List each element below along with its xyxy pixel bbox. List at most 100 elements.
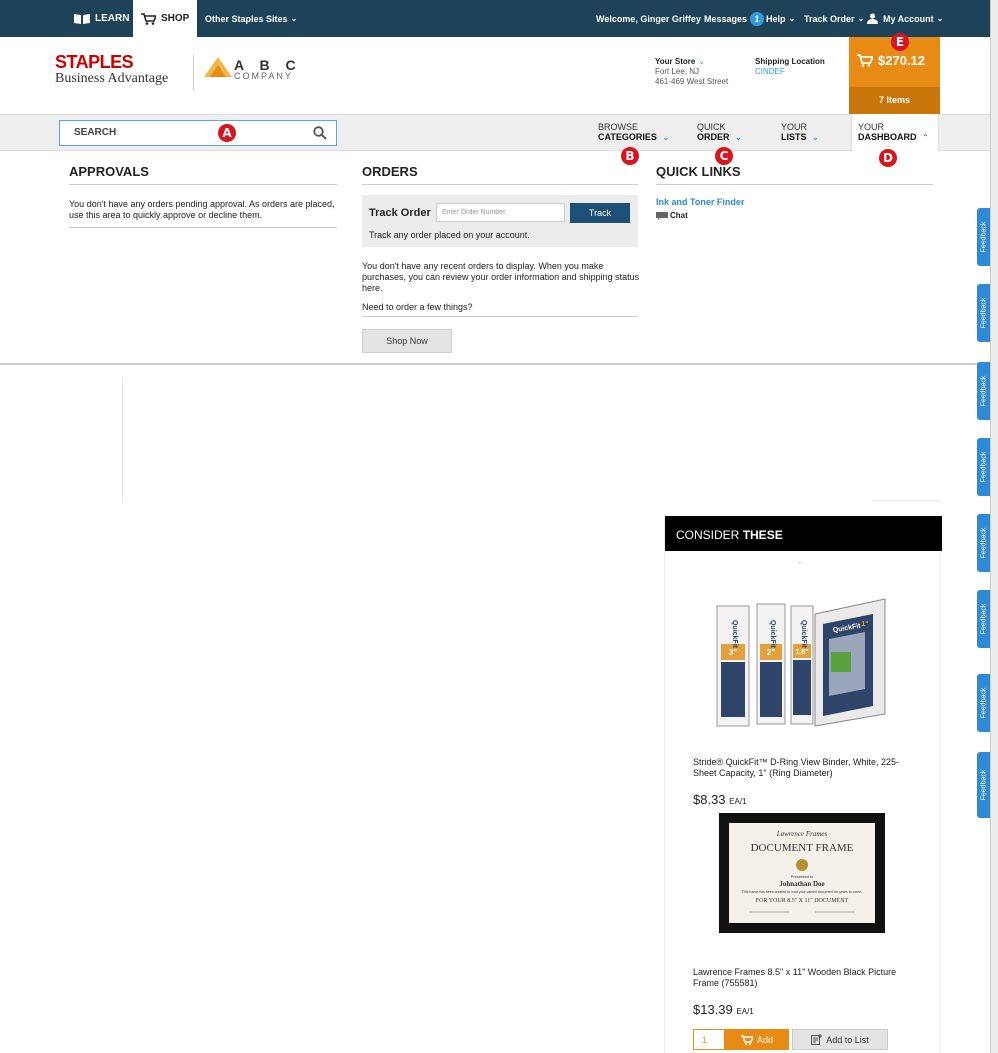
frame-brand: Lawrence Frames bbox=[776, 830, 828, 838]
help-menu[interactable]: Help ⌄ bbox=[766, 0, 795, 37]
add-to-list-button[interactable]: Add to List bbox=[792, 1029, 888, 1050]
chat-link[interactable]: Chat bbox=[656, 211, 688, 220]
feedback-tab[interactable]: Feedback bbox=[977, 284, 991, 342]
store-city: Fort Lee, NJ bbox=[655, 67, 700, 76]
feedback-tab[interactable]: Feedback bbox=[977, 438, 991, 496]
track-button[interactable]: Track bbox=[570, 203, 630, 223]
orders-bottom-rule bbox=[362, 316, 638, 317]
search-input[interactable] bbox=[74, 127, 294, 138]
binder-product-image[interactable]: QuickFit QuickFit QuickFit QuickFit 3" 2… bbox=[715, 594, 891, 732]
browse-top: BROWSE bbox=[598, 122, 639, 132]
cart-icon bbox=[857, 54, 873, 67]
quick-order-menu[interactable]: QUICK ORDER ⌄ bbox=[697, 122, 742, 143]
messages-badge: 1 bbox=[750, 11, 765, 26]
chevron-down-icon: ⌄ bbox=[698, 57, 706, 66]
chevron-up-icon: ⌃ bbox=[922, 133, 929, 142]
shop-now-button[interactable]: Shop Now bbox=[362, 329, 452, 353]
other-sites-menu[interactable]: Other Staples Sites ⌄ bbox=[205, 0, 297, 37]
track-order-box: Track Order Track Track any order placed… bbox=[362, 195, 638, 247]
feedback-label: Feedback bbox=[980, 687, 988, 719]
my-account-label: My Account bbox=[883, 13, 934, 24]
frame-body: This frame has been created to hold your… bbox=[742, 890, 862, 894]
messages-label: Messages bbox=[704, 13, 748, 24]
dashboard-panel: B C D APPROVALS You don't have any order… bbox=[0, 147, 990, 365]
quick-top: QUICK bbox=[697, 122, 726, 132]
orders-title: ORDERS bbox=[362, 164, 418, 179]
messages-link[interactable]: Messages 1 bbox=[704, 0, 765, 37]
shop-tab[interactable]: SHOP bbox=[133, 0, 198, 37]
frame-seal bbox=[796, 859, 808, 871]
cart-items-count: 7 Items bbox=[849, 87, 940, 114]
feedback-label: Feedback bbox=[980, 375, 988, 407]
other-sites-label: Other Staples Sites bbox=[205, 13, 288, 24]
chevron-down-icon: ⌄ bbox=[662, 133, 670, 142]
list-icon bbox=[811, 1034, 823, 1045]
feedback-label: Feedback bbox=[980, 769, 988, 801]
product-name-1[interactable]: Stride® QuickFit™ D-Ring View Binder, Wh… bbox=[693, 757, 908, 779]
price-unit-1: EA/1 bbox=[729, 797, 747, 806]
staples-logo[interactable]: STAPLES bbox=[55, 52, 134, 73]
your-store[interactable]: Your Store ⌄ Fort Lee, NJ 461-469 West St… bbox=[655, 57, 728, 87]
quick-links-rule bbox=[656, 184, 933, 185]
book-icon bbox=[74, 14, 90, 24]
chevron-down-icon: ⌄ bbox=[290, 14, 298, 23]
feedback-tab[interactable]: Feedback bbox=[977, 362, 991, 420]
add-to-list-label: Add to List bbox=[826, 1034, 869, 1045]
add-button[interactable]: Add bbox=[725, 1029, 789, 1050]
add-label: Add bbox=[756, 1034, 773, 1045]
product-name-2[interactable]: Lawrence Frames 8.5" x 11" Wooden Black … bbox=[693, 967, 908, 989]
scrollbar[interactable] bbox=[990, 0, 998, 1053]
product-price-1: $8.33 EA/1 bbox=[693, 792, 747, 807]
feedback-tab[interactable]: Feedback bbox=[977, 752, 991, 818]
price-value-1: $8.33 bbox=[693, 792, 726, 807]
shop-label: SHOP bbox=[161, 13, 190, 24]
frame-product-image[interactable]: Lawrence Frames DOCUMENT FRAME Presented… bbox=[719, 813, 885, 933]
chevron-down-icon: ⌄ bbox=[857, 14, 865, 23]
my-account-menu[interactable]: My Account ⌄ bbox=[867, 0, 943, 37]
track-order-menu[interactable]: Track Order ⌄ bbox=[804, 0, 864, 37]
company-sub: COMPANY bbox=[234, 71, 293, 81]
search-icon[interactable] bbox=[313, 126, 327, 140]
chevron-down-icon: ⌄ bbox=[936, 14, 944, 23]
approvals-title: APPROVALS bbox=[69, 164, 149, 179]
store-street: 461-469 West Street bbox=[655, 77, 729, 86]
chevron-up-icon[interactable]: ⌃ bbox=[795, 559, 805, 573]
marker-e: E bbox=[891, 33, 909, 51]
price-unit-2: EA/1 bbox=[736, 1007, 754, 1016]
order-number-input[interactable] bbox=[436, 203, 565, 222]
feedback-label: Feedback bbox=[980, 527, 988, 559]
top-bar: LEARN SHOP Other Staples Sites ⌄ Welcome,… bbox=[0, 0, 990, 37]
browse-bottom: CATEGORIES bbox=[598, 132, 657, 142]
quick-bottom: ORDER bbox=[697, 132, 730, 142]
your-lists-menu[interactable]: YOUR LISTS ⌄ bbox=[781, 122, 819, 143]
quantity-input[interactable] bbox=[693, 1029, 725, 1050]
feedback-label: Feedback bbox=[980, 221, 988, 253]
feedback-tab[interactable]: Feedback bbox=[977, 590, 991, 648]
price-value-2: $13.39 bbox=[693, 1002, 733, 1017]
welcome-label: Welcome, Ginger Griffey bbox=[596, 13, 701, 24]
quick-links-title: QUICK LINKS bbox=[656, 164, 741, 179]
frame-presented: Presented to bbox=[791, 874, 814, 879]
nav-bar: A BROWSE CATEGORIES ⌄ QUICK ORDER ⌄ YOUR… bbox=[0, 114, 990, 152]
learn-link[interactable]: LEARN bbox=[74, 0, 129, 37]
consider-title-bold: THESE bbox=[742, 528, 783, 542]
learn-label: LEARN bbox=[95, 13, 130, 24]
feedback-tab[interactable]: Feedback bbox=[977, 208, 991, 266]
welcome-text: Welcome, Ginger Griffey bbox=[596, 0, 701, 37]
binder-size-4: 1" bbox=[861, 621, 868, 628]
feedback-label: Feedback bbox=[980, 297, 988, 329]
lists-bottom: LISTS bbox=[781, 132, 807, 142]
your-dashboard-menu[interactable]: YOUR DASHBOARD ⌃ bbox=[858, 122, 929, 143]
chevron-down-icon: ⌄ bbox=[812, 133, 819, 142]
approvals-bottom-rule bbox=[69, 227, 337, 228]
feedback-tab[interactable]: Feedback bbox=[977, 674, 991, 732]
orders-need-text: Need to order a few things? bbox=[362, 302, 473, 312]
ship-label: Shipping Location bbox=[755, 57, 825, 66]
orders-empty-text: You don't have any recent orders to disp… bbox=[362, 261, 640, 293]
approvals-rule bbox=[69, 184, 337, 185]
chat-label: Chat bbox=[670, 211, 688, 220]
feedback-tab[interactable]: Feedback bbox=[977, 514, 991, 572]
browse-categories-menu[interactable]: BROWSE CATEGORIES ⌄ bbox=[598, 122, 669, 143]
ink-toner-finder-link[interactable]: Ink and Toner Finder bbox=[656, 197, 744, 207]
shipping-location[interactable]: Shipping Location CINDEF bbox=[755, 57, 825, 77]
